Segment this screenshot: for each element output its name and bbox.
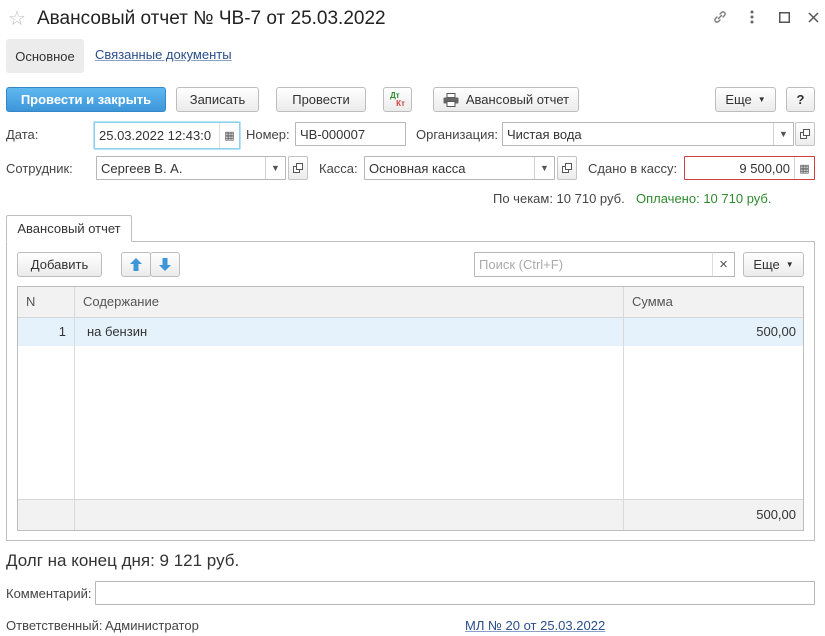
maximize-icon[interactable] xyxy=(775,8,793,26)
table-row[interactable]: 1 на бензин 500,00 xyxy=(18,318,803,346)
save-button[interactable]: Записать xyxy=(176,87,259,112)
deposited-value: 9 500,00 xyxy=(739,161,790,176)
window-title: Авансовый отчет № ЧВ-7 от 25.03.2022 xyxy=(37,8,386,29)
cash-field[interactable]: Основная касса ▼ xyxy=(364,156,555,180)
add-button[interactable]: Добавить xyxy=(17,252,102,277)
chevron-down-icon: ▼ xyxy=(785,260,794,269)
number-field[interactable]: ЧВ-000007 xyxy=(295,122,406,146)
organization-value: Чистая вода xyxy=(507,127,582,142)
chevron-down-icon[interactable]: ▼ xyxy=(773,123,793,145)
date-field[interactable]: 25.03.2022 12:43:0 ▦ xyxy=(94,122,240,149)
post-button[interactable]: Провести xyxy=(276,87,366,112)
responsible-value: Администратор xyxy=(105,618,199,633)
cash-label: Касса: xyxy=(319,161,358,176)
column-header-content[interactable]: Содержание xyxy=(83,287,159,317)
more-button-label: Еще xyxy=(725,92,752,107)
table-more-label: Еще xyxy=(753,257,780,272)
link-icon[interactable] xyxy=(711,8,729,26)
paid-total: Оплачено: 10 710 руб. xyxy=(636,191,772,206)
arrow-up-icon xyxy=(130,258,142,271)
move-down-button[interactable] xyxy=(150,252,180,277)
tab-main[interactable]: Основное xyxy=(6,39,84,73)
dt-kt-button[interactable]: Дт Кт xyxy=(383,87,412,112)
help-button[interactable]: ? xyxy=(786,87,815,112)
column-divider xyxy=(623,287,624,530)
chevron-down-icon[interactable]: ▼ xyxy=(265,157,285,179)
row-sum: 500,00 xyxy=(756,324,796,339)
more-vertical-icon[interactable] xyxy=(743,8,761,26)
organization-field[interactable]: Чистая вода ▼ xyxy=(502,122,794,146)
close-icon[interactable] xyxy=(804,8,822,26)
date-value: 25.03.2022 12:43:0 xyxy=(99,128,212,143)
print-button-label: Авансовый отчет xyxy=(465,92,570,107)
star-icon[interactable]: ☆ xyxy=(8,6,26,32)
search-placeholder: Поиск (Ctrl+F) xyxy=(479,257,564,272)
deposited-label: Сдано в кассу: xyxy=(588,161,678,176)
more-button[interactable]: Еще ▼ xyxy=(715,87,776,112)
dt-kt-icon: Дт Кт xyxy=(390,90,405,108)
column-header-n[interactable]: N xyxy=(26,287,35,317)
employee-field[interactable]: Сергеев В. А. ▼ xyxy=(96,156,286,180)
comment-field[interactable] xyxy=(95,581,815,605)
employee-label: Сотрудник: xyxy=(6,161,73,176)
column-header-sum[interactable]: Сумма xyxy=(632,287,673,317)
arrow-down-icon xyxy=(159,258,171,271)
date-label: Дата: xyxy=(6,127,39,142)
number-label: Номер: xyxy=(246,127,290,142)
row-content: на бензин xyxy=(87,324,148,339)
responsible-label: Ответственный: xyxy=(6,618,103,633)
print-button[interactable]: Авансовый отчет xyxy=(433,87,579,112)
move-up-button[interactable] xyxy=(121,252,151,277)
open-icon[interactable] xyxy=(795,122,815,146)
tab-advance-report[interactable]: Авансовый отчет xyxy=(6,215,132,242)
cash-value: Основная касса xyxy=(369,161,466,176)
chevron-down-icon[interactable]: ▼ xyxy=(534,157,554,179)
employee-value: Сергеев В. А. xyxy=(101,161,183,176)
printer-icon xyxy=(443,92,459,107)
receipts-total: По чекам: 10 710 руб. xyxy=(493,191,625,206)
column-divider xyxy=(74,287,75,530)
related-document-link[interactable]: МЛ № 20 от 25.03.2022 xyxy=(465,618,605,633)
open-icon[interactable] xyxy=(288,156,308,180)
calendar-icon[interactable]: ▦ xyxy=(219,123,239,148)
table-footer: 500,00 xyxy=(18,499,803,530)
debt-end-of-day: Долг на конец дня: 9 121 руб. xyxy=(6,551,240,570)
table-total: 500,00 xyxy=(756,507,796,522)
table-header: N Содержание Сумма xyxy=(18,287,803,318)
search-input[interactable]: Поиск (Ctrl+F) xyxy=(474,252,713,277)
deposited-field[interactable]: 9 500,00 ▦ xyxy=(684,156,815,180)
post-and-close-button[interactable]: Провести и закрыть xyxy=(6,87,166,112)
items-table: N Содержание Сумма 1 на бензин 500,00 50… xyxy=(17,286,804,531)
calculator-icon[interactable]: ▦ xyxy=(794,157,814,179)
clear-search-button[interactable]: × xyxy=(712,252,735,277)
comment-label: Комментарий: xyxy=(6,586,92,601)
open-icon[interactable] xyxy=(557,156,577,180)
tab-related-documents[interactable]: Связанные документы xyxy=(95,47,232,62)
chevron-down-icon: ▼ xyxy=(757,95,766,104)
row-number: 1 xyxy=(58,324,66,339)
number-value: ЧВ-000007 xyxy=(300,127,366,142)
table-more-button[interactable]: Еще ▼ xyxy=(743,252,804,277)
organization-label: Организация: xyxy=(416,127,499,142)
